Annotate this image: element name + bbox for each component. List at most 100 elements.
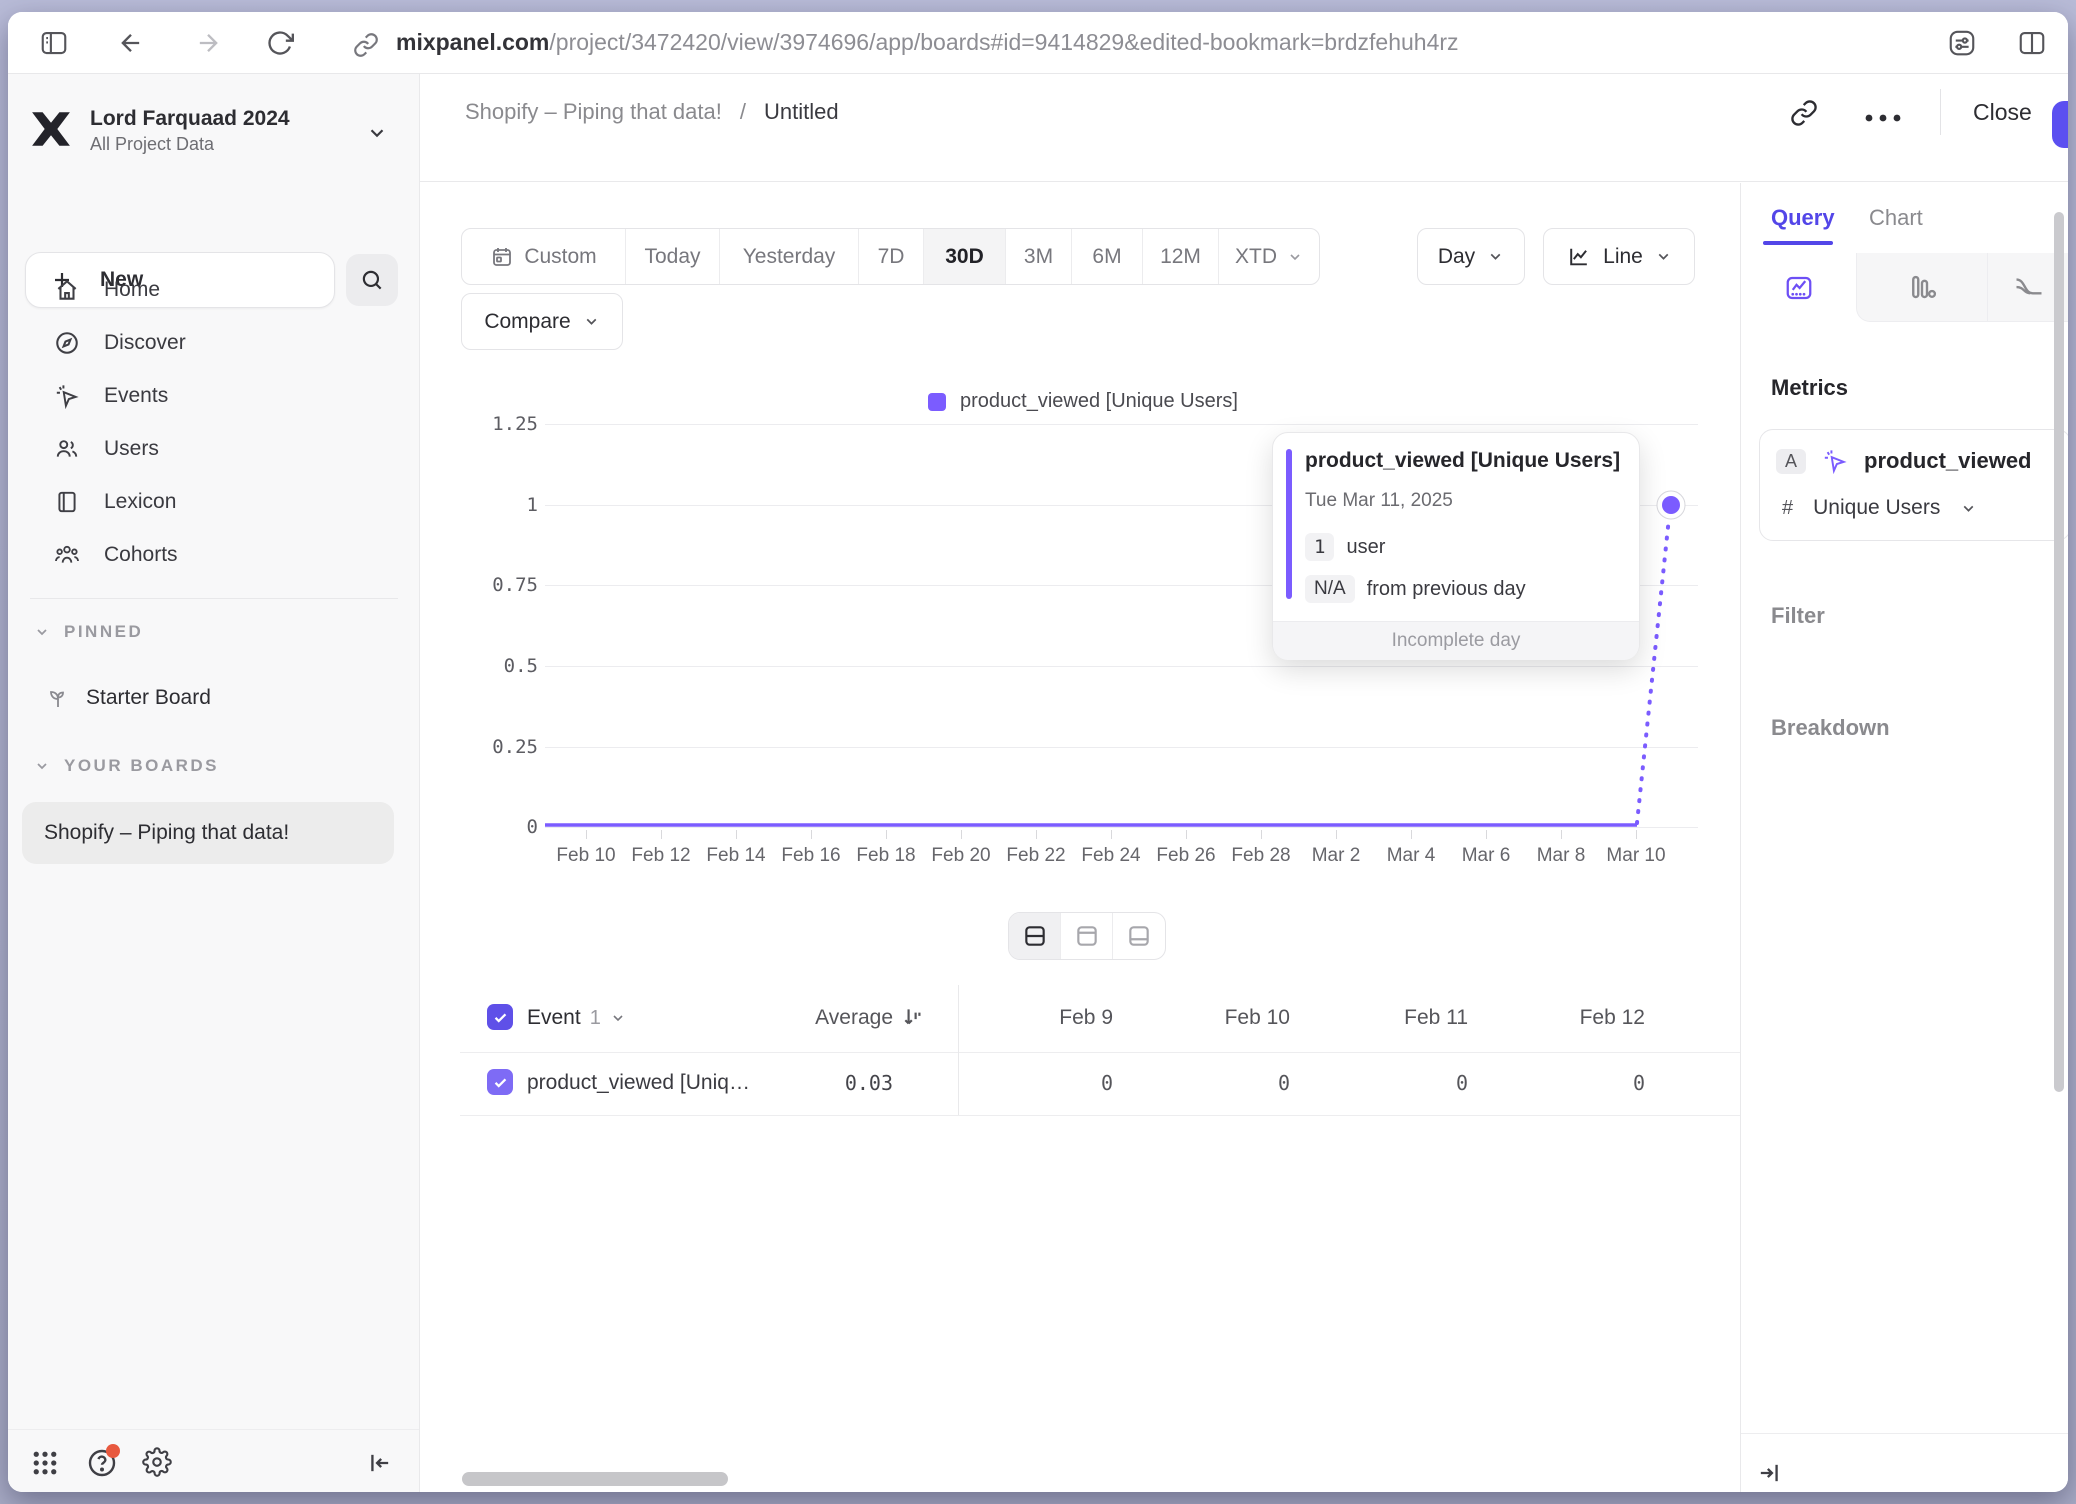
range-yesterday[interactable]: Yesterday — [720, 229, 859, 284]
sidebar-item-cohorts[interactable]: Cohorts — [20, 529, 408, 581]
table-row-name[interactable]: product_viewed [Uniq… — [527, 1071, 750, 1095]
range-12m[interactable]: 12M — [1143, 229, 1219, 284]
range-30d-selected[interactable]: 30D — [924, 229, 1006, 284]
sort-icon[interactable] — [901, 1004, 927, 1035]
divider — [1940, 89, 1941, 135]
sidebar-footer — [8, 1429, 419, 1492]
chevron-down-icon — [1960, 500, 1977, 517]
help-icon[interactable] — [86, 1447, 118, 1484]
sidebar-item-label: Cohorts — [104, 543, 178, 567]
range-xtd[interactable]: XTD — [1219, 229, 1319, 284]
extensions-icon[interactable] — [1946, 28, 1978, 58]
sidebar-item-label: Events — [104, 384, 168, 408]
pinned-label: PINNED — [64, 622, 143, 642]
range-6m[interactable]: 6M — [1072, 229, 1143, 284]
breadcrumb: Shopify – Piping that data! / Untitled — [465, 99, 839, 125]
table-col-header[interactable]: Feb 11 — [1328, 1006, 1468, 1030]
hovered-data-point — [1662, 496, 1680, 514]
range-today[interactable]: Today — [626, 229, 720, 284]
table-col-header[interactable]: Feb 9 — [973, 1006, 1113, 1030]
back-icon[interactable] — [116, 29, 146, 57]
project-chevron-down-icon[interactable] — [366, 122, 388, 149]
chart-legend[interactable]: product_viewed [Unique Users] — [928, 390, 1238, 413]
chart-type-dropdown[interactable]: Line — [1543, 228, 1695, 285]
active-tab-underline — [1763, 241, 1833, 245]
reload-icon[interactable] — [266, 29, 294, 57]
tooltip-delta-label: from previous day — [1367, 578, 1526, 601]
sidebar-item-label: Starter Board — [86, 686, 211, 710]
forward-icon[interactable] — [193, 29, 223, 57]
metric-measure: Unique Users — [1813, 496, 1940, 520]
layout-bottom-bar-button[interactable] — [1113, 913, 1165, 959]
metric-operator: # — [1782, 497, 1793, 520]
split-view-icon[interactable] — [2016, 28, 2048, 58]
layout-split-horizontal-button[interactable] — [1009, 913, 1061, 959]
table-row-checkbox[interactable] — [487, 1069, 513, 1095]
compare-dropdown[interactable]: Compare — [461, 293, 623, 350]
more-options-icon[interactable] — [1863, 110, 1903, 128]
range-3m[interactable]: 3M — [1006, 229, 1072, 284]
tooltip-value-row: 1 user — [1305, 533, 1385, 561]
range-7d[interactable]: 7D — [859, 229, 924, 284]
line-chart-icon — [1566, 244, 1591, 269]
share-link-icon[interactable] — [1790, 99, 1818, 132]
project-switcher[interactable]: Lord Farquaad 2024 All Project Data — [90, 107, 290, 155]
sidebar-item-lexicon[interactable]: Lexicon — [20, 476, 408, 528]
divider — [460, 1052, 1740, 1053]
sidebar-item-starter-board[interactable]: Starter Board — [20, 672, 408, 724]
table-cell: 0 — [973, 1071, 1113, 1095]
layout-top-bar-button[interactable] — [1061, 913, 1113, 959]
table-cell: 0 — [1328, 1071, 1468, 1095]
range-custom[interactable]: Custom — [462, 229, 626, 284]
apps-grid-icon[interactable] — [30, 1448, 60, 1483]
sidebar-item-home[interactable]: Home — [20, 264, 408, 316]
metric-tab-insights-active[interactable] — [1741, 253, 1856, 322]
metric-card[interactable]: A product_viewed # Unique Users — [1759, 429, 2068, 541]
table-col-header[interactable]: Feb 10 — [1150, 1006, 1290, 1030]
tab-chart[interactable]: Chart — [1869, 205, 1923, 231]
book-icon — [54, 489, 80, 515]
tooltip-value-unit: user — [1346, 536, 1385, 559]
chevron-down-icon — [1487, 248, 1504, 265]
tooltip-delta: N/A — [1305, 575, 1355, 603]
tab-query[interactable]: Query — [1771, 205, 1835, 231]
close-button[interactable]: Close — [1973, 99, 2032, 126]
metric-tab-bars[interactable] — [1856, 253, 1988, 322]
table-col-header[interactable]: Feb 12 — [1505, 1006, 1645, 1030]
divider — [1741, 1433, 2068, 1434]
your-boards-section-header[interactable]: YOUR BOARDS — [34, 756, 219, 776]
main-horizontal-scrollbar[interactable] — [462, 1472, 728, 1486]
pinned-section-header[interactable]: PINNED — [34, 622, 143, 642]
breadcrumb-board[interactable]: Shopify – Piping that data! — [465, 99, 722, 125]
board-item-label: Shopify – Piping that data! — [44, 821, 289, 845]
check-icon — [492, 1009, 509, 1026]
insights-chart-icon — [1784, 273, 1814, 303]
metrics-section-label: Metrics — [1771, 375, 1848, 401]
save-button-partial[interactable] — [2052, 101, 2068, 148]
sidebar-item-shopify-board[interactable]: Shopify – Piping that data! — [22, 802, 394, 864]
expand-panel-icon[interactable] — [1755, 1459, 1783, 1492]
table-header-checkbox[interactable] — [487, 1004, 513, 1030]
metric-badge: A — [1776, 449, 1806, 474]
table-average-header[interactable]: Average — [753, 1006, 893, 1030]
cursor-spark-icon — [54, 383, 80, 409]
metric-event-row[interactable]: A product_viewed — [1776, 448, 2032, 474]
gear-icon[interactable] — [142, 1447, 172, 1482]
collapse-sidebar-icon[interactable] — [366, 1449, 394, 1482]
sidebar-item-events[interactable]: Events — [20, 370, 408, 422]
browser-toolbar: mixpanel.com/project/3472420/view/397469… — [8, 12, 2068, 74]
sidebar-item-discover[interactable]: Discover — [20, 317, 408, 369]
sidebar-item-users[interactable]: Users — [20, 423, 408, 475]
address-bar[interactable]: mixpanel.com/project/3472420/view/397469… — [396, 29, 1459, 56]
granularity-dropdown[interactable]: Day — [1417, 228, 1525, 285]
table-row-average: 0.03 — [753, 1071, 893, 1095]
browser-sidebar-toggle-icon[interactable] — [38, 28, 70, 58]
calendar-icon — [490, 245, 514, 269]
metric-measure-row[interactable]: # Unique Users — [1782, 496, 1977, 520]
breadcrumb-page-title[interactable]: Untitled — [764, 99, 839, 125]
table-event-header[interactable]: Event 1 — [527, 1006, 626, 1030]
right-panel-scrollbar[interactable] — [2054, 212, 2064, 1092]
sprout-icon — [46, 686, 70, 710]
breakdown-section-label[interactable]: Breakdown — [1771, 715, 1890, 741]
filter-section-label[interactable]: Filter — [1771, 603, 1825, 629]
